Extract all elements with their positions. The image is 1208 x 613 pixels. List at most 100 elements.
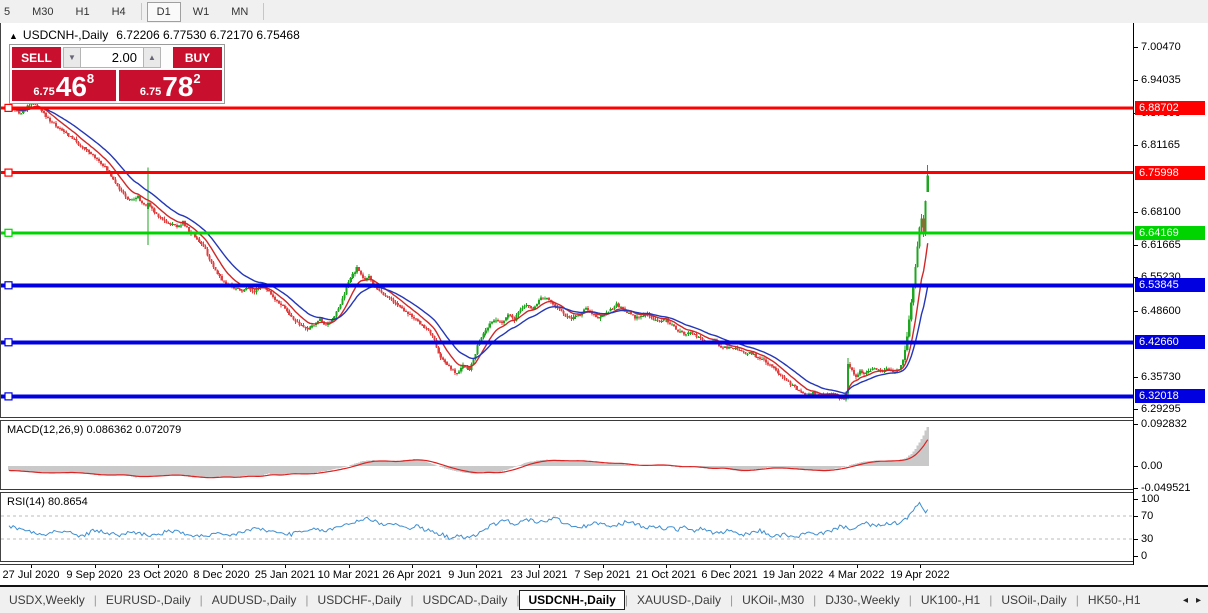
chart-tab-ukoil[interactable]: UKOil-,M30 [733,590,813,610]
sell-button[interactable]: SELL [12,47,61,68]
buy-price-button[interactable]: 6.75782 [119,70,223,101]
volume-increase-button[interactable]: ▲ [143,47,161,68]
level-price-tag: 6.53845 [1135,278,1205,292]
date-axis[interactable]: 27 Jul 2020 9 Sep 2020 23 Oct 2020 8 Dec 20… [0,565,1208,585]
axis-tick-label: 6.29295 [1141,403,1181,415]
macd-label: MACD(12,26,9) 0.086362 0.072079 [7,424,181,436]
axis-tick-label: 0.092832 [1141,418,1187,430]
timeframe-button-d1[interactable]: D1 [147,2,181,22]
date-axis-label: 26 Apr 2021 [382,569,441,581]
axis-tick-label: 6.81165 [1141,139,1180,151]
price-axis[interactable]: 7.004706.940356.876006.811656.681006.616… [1133,23,1208,565]
toolbar-separator [141,3,142,20]
rsi-label: RSI(14) 80.8654 [7,496,88,508]
date-axis-tick [476,565,477,568]
timeframe-toolbar: 5M30H1H4 D1W1MN [0,0,1208,24]
level-price-tag: 6.64169 [1135,226,1205,240]
date-axis-label: 10 Mar 2021 [318,569,380,581]
timeframe-button-mn[interactable]: MN [221,2,258,22]
date-axis-label: 9 Sep 2020 [66,569,122,581]
chart-tab-usdx[interactable]: USDX,Weekly [0,590,94,610]
one-click-trading-panel: SELL ▼ ▲ BUY 6.75468 6.75782 [9,44,225,104]
buy-price-big: 78 [162,74,193,100]
level-price-tag: 6.75998 [1135,166,1205,180]
date-axis-label: 8 Dec 2020 [193,569,249,581]
chart-tab-usdcnh[interactable]: USDCNH-,Daily [519,590,624,610]
axis-tick-label: 6.61665 [1141,239,1181,251]
level-line-handle[interactable] [5,339,12,346]
level-price-tag: 6.42660 [1135,335,1205,349]
axis-tick-label: 70 [1141,510,1153,522]
toolbar-separator [263,3,264,20]
ohlc-values: 6.72206 6.77530 6.72170 6.75468 [116,28,300,42]
chart-tab-usdcad[interactable]: USDCAD-,Daily [414,590,517,610]
date-axis-tick [857,565,858,568]
axis-tick-label: 7.00470 [1141,41,1181,53]
axis-tick-label: 6.94035 [1141,74,1181,86]
date-axis-tick [793,565,794,568]
level-line-handle[interactable] [5,393,12,400]
rsi-line [9,503,928,540]
volume-input[interactable] [81,47,143,68]
date-axis-label: 6 Dec 2021 [701,569,757,581]
axis-tick-label: 6.48600 [1141,305,1181,317]
chart-tab-hk50[interactable]: HK50-,H1 [1079,590,1150,610]
chart-tab-dj30[interactable]: DJ30-,Weekly [816,590,908,610]
date-axis-label: 23 Oct 2020 [128,569,188,581]
date-axis-tick [349,565,350,568]
symbol-period-label: USDCNH-,Daily [23,28,108,42]
tabs-scroll-left-icon[interactable]: ◂ [1179,595,1192,606]
buy-button[interactable]: BUY [173,47,222,68]
level-line-handle[interactable] [5,282,12,289]
date-axis-tick [603,565,604,568]
chart-tab-eurusd[interactable]: EURUSD-,Daily [97,590,200,610]
date-axis-label: 7 Sep 2021 [574,569,630,581]
date-axis-tick [95,565,96,568]
timeframe-button-w1[interactable]: W1 [183,2,220,22]
sell-price-sup: 8 [87,71,94,86]
date-axis-tick [730,565,731,568]
sell-price-button[interactable]: 6.75468 [12,70,116,101]
timeframe-button-h4[interactable]: H4 [102,2,136,22]
date-axis-tick [412,565,413,568]
level-line-handle[interactable] [5,104,12,111]
candles-up-wicks [11,100,928,402]
trading-terminal-window: 5M30H1H4 D1W1MN ▲ USDCNH-,Daily 6.72206 6.7… [0,0,1208,613]
timeframe-button-5[interactable]: 5 [0,2,20,22]
quote-header: ▲ USDCNH-,Daily 6.72206 6.77530 6.72170 6.… [9,28,300,42]
date-axis-tick [920,565,921,568]
level-line-handle[interactable] [5,229,12,236]
date-axis-label: 23 Jul 2021 [511,569,568,581]
volume-decrease-button[interactable]: ▼ [63,47,81,68]
date-axis-label: 25 Jan 2021 [255,569,316,581]
date-axis-tick [285,565,286,568]
level-line-handle[interactable] [5,169,12,176]
macd-indicator-pane[interactable]: MACD(12,26,9) 0.086362 0.072079 [0,421,1134,489]
fast-ma-line [9,107,928,397]
axis-tick-label: 6.68100 [1141,206,1181,218]
candles-up-bodies [11,103,928,399]
chart-tab-usdchf[interactable]: USDCHF-,Daily [309,590,411,610]
timeframe-button-m30[interactable]: M30 [22,2,63,22]
date-axis-tick [222,565,223,568]
sell-price-small: 6.75 [33,86,54,98]
date-axis-label: 19 Apr 2022 [890,569,949,581]
rsi-indicator-pane[interactable]: RSI(14) 80.8654 [0,493,1134,561]
axis-tick-label: 30 [1141,533,1153,545]
price-chart-pane[interactable]: ▲ USDCNH-,Daily 6.72206 6.77530 6.72170 6.… [0,23,1134,417]
collapse-panel-icon[interactable]: ▲ [9,31,18,41]
chart-tab-uk100[interactable]: UK100-,H1 [912,590,989,610]
date-axis-label: 9 Jun 2021 [448,569,502,581]
date-axis-label: 27 Jul 2020 [3,569,60,581]
date-axis-tick [666,565,667,568]
chart-tab-usoil[interactable]: USOil-,Daily [992,590,1075,610]
date-axis-label: 21 Oct 2021 [636,569,696,581]
sell-price-big: 46 [56,74,87,100]
chart-tab-audusd[interactable]: AUDUSD-,Daily [203,590,306,610]
chart-tab-xauusd[interactable]: XAUUSD-,Daily [628,590,730,610]
axis-tick-label: 6.35730 [1141,371,1181,383]
timeframe-button-h1[interactable]: H1 [66,2,100,22]
date-axis-tick [31,565,32,568]
buy-price-sup: 2 [193,71,200,86]
tabs-scroll-right-icon[interactable]: ▸ [1192,595,1205,606]
